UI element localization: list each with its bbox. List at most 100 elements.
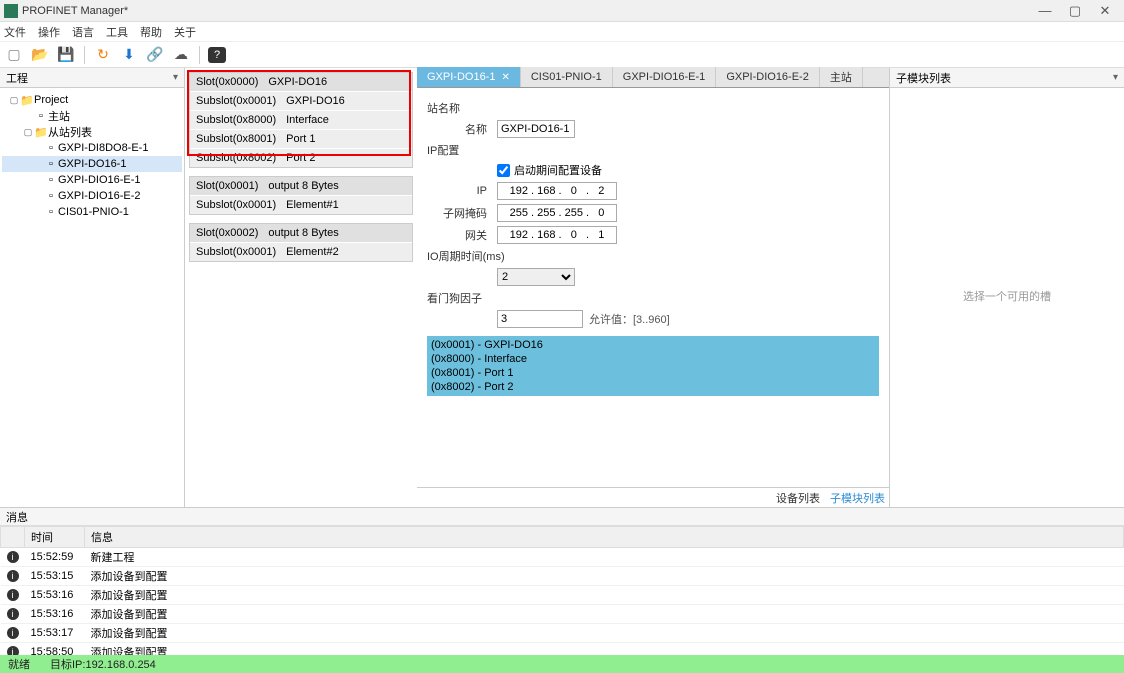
- startup-label: 启动期间配置设备: [514, 162, 602, 178]
- subslot-row[interactable]: Subslot(0x8002)Port 2: [190, 148, 412, 167]
- project-panel-title: 工程: [6, 70, 28, 86]
- menu-about[interactable]: 关于: [174, 24, 196, 40]
- log-table: 时间 信息 i15:52:59新建工程i15:53:15添加设备到配置i15:5…: [0, 526, 1124, 655]
- menu-language[interactable]: 语言: [72, 24, 94, 40]
- log-row: i15:58:50添加设备到配置: [1, 643, 1124, 656]
- open-icon[interactable]: 📂: [30, 45, 50, 65]
- tree-item[interactable]: ▫CIS01-PNIO-1: [2, 204, 182, 220]
- download-icon[interactable]: ⬇: [119, 45, 139, 65]
- highlight-item[interactable]: (0x0001) - GXPI-DO16: [431, 338, 875, 352]
- tree-item[interactable]: ▫GXPI-DO16-1: [2, 156, 182, 172]
- slot-group: Slot(0x0002)output 8 BytesSubslot(0x0001…: [189, 223, 413, 262]
- tree-master[interactable]: ▫主站: [2, 108, 182, 124]
- section-watchdog: 看门狗因子: [427, 290, 879, 306]
- separator: [199, 46, 200, 64]
- log-row: i15:53:16添加设备到配置: [1, 586, 1124, 605]
- log-panel: 消息 时间 信息 i15:52:59新建工程i15:53:15添加设备到配置i1…: [0, 507, 1124, 655]
- tree-item[interactable]: ▫GXPI-DIO16-E-2: [2, 188, 182, 204]
- subslot-row[interactable]: Subslot(0x8000)Interface: [190, 110, 412, 129]
- tree-slaves[interactable]: ▢📁从站列表: [2, 124, 182, 140]
- tab-submodules[interactable]: 子模块列表: [830, 490, 885, 506]
- editor-tab[interactable]: GXPI-DO16-1✕: [417, 67, 521, 87]
- window-title: PROFINET Manager*: [22, 5, 1030, 17]
- editor-tab[interactable]: 主站: [820, 67, 863, 87]
- menubar: 文件 操作 语言 工具 帮助 关于: [0, 22, 1124, 42]
- minimize-button[interactable]: —: [1030, 1, 1060, 21]
- col-info: 信息: [85, 527, 1124, 548]
- save-icon[interactable]: 💾: [56, 45, 76, 65]
- editor-tab[interactable]: GXPI-DIO16-E-2: [716, 67, 820, 87]
- statusbar: 就绪 目标IP:192.168.0.254: [0, 655, 1124, 673]
- submodule-panel: 子模块列表 ▾ 选择一个可用的槽: [889, 68, 1124, 507]
- gateway-label: 网关: [427, 227, 487, 243]
- mask-input[interactable]: [497, 204, 617, 222]
- menu-tools[interactable]: 工具: [106, 24, 128, 40]
- project-panel: 工程 ▾ ▢📁Project ▫主站 ▢📁从站列表 ▫GXPI-DI8DO8-E…: [0, 68, 185, 507]
- close-button[interactable]: ✕: [1090, 1, 1120, 21]
- tree-item[interactable]: ▫GXPI-DI8DO8-E-1: [2, 140, 182, 156]
- help-icon[interactable]: ?: [208, 47, 226, 63]
- mask-label: 子网掩码: [427, 205, 487, 221]
- log-row: i15:52:59新建工程: [1, 548, 1124, 567]
- dropdown-icon[interactable]: ▾: [173, 72, 178, 83]
- log-panel-header: 消息: [0, 508, 1124, 526]
- close-icon[interactable]: ✕: [501, 72, 509, 83]
- menu-help[interactable]: 帮助: [140, 24, 162, 40]
- placeholder-text: 选择一个可用的槽: [890, 288, 1124, 304]
- highlight-item[interactable]: (0x8002) - Port 2: [431, 380, 875, 394]
- slot-head[interactable]: Slot(0x0000)GXPI-DO16: [190, 73, 412, 91]
- new-icon[interactable]: ▢: [4, 45, 24, 65]
- slot-group: Slot(0x0000)GXPI-DO16Subslot(0x0001)GXPI…: [189, 72, 413, 168]
- tree-item[interactable]: ▫GXPI-DIO16-E-1: [2, 172, 182, 188]
- submodule-panel-body: 选择一个可用的槽: [890, 88, 1124, 507]
- editor-tabs: GXPI-DO16-1✕CIS01-PNIO-1GXPI-DIO16-E-1GX…: [417, 68, 889, 88]
- section-ip: IP配置: [427, 142, 879, 158]
- config-form: 站名称 名称 IP配置 启动期间配置设备 IP 子网掩码 网关: [417, 88, 889, 487]
- slot-head[interactable]: Slot(0x0001)output 8 Bytes: [190, 177, 412, 195]
- maximize-button[interactable]: ▢: [1060, 1, 1090, 21]
- titlebar: PROFINET Manager* — ▢ ✕: [0, 0, 1124, 22]
- dropdown-icon[interactable]: ▾: [1113, 72, 1118, 83]
- submodule-highlight-list: (0x0001) - GXPI-DO16(0x8000) - Interface…: [427, 336, 879, 396]
- toolbar: ▢ 📂 💾 ↻ ⬇ 🔗 ☁ ?: [0, 42, 1124, 68]
- highlight-item[interactable]: (0x8000) - Interface: [431, 352, 875, 366]
- ip-label: IP: [427, 185, 487, 197]
- submodule-panel-title: 子模块列表: [896, 70, 951, 86]
- section-station: 站名称: [427, 100, 879, 116]
- subslot-row[interactable]: Subslot(0x0001)Element#1: [190, 195, 412, 214]
- main-area: 工程 ▾ ▢📁Project ▫主站 ▢📁从站列表 ▫GXPI-DI8DO8-E…: [0, 68, 1124, 507]
- connect-icon[interactable]: 🔗: [145, 45, 165, 65]
- startup-checkbox[interactable]: [497, 164, 510, 177]
- ip-input[interactable]: [497, 182, 617, 200]
- project-panel-header: 工程 ▾: [0, 68, 184, 88]
- section-cycle: IO周期时间(ms): [427, 248, 879, 264]
- menu-operate[interactable]: 操作: [38, 24, 60, 40]
- tab-devices[interactable]: 设备列表: [776, 490, 820, 506]
- subslot-row[interactable]: Subslot(0x0001)Element#2: [190, 242, 412, 261]
- refresh-icon[interactable]: ↻: [93, 45, 113, 65]
- center-panel: GXPI-DO16-1✕CIS01-PNIO-1GXPI-DIO16-E-1GX…: [417, 68, 889, 507]
- separator: [84, 46, 85, 64]
- menu-file[interactable]: 文件: [4, 24, 26, 40]
- name-label: 名称: [427, 121, 487, 137]
- name-input[interactable]: [497, 120, 575, 138]
- editor-tab[interactable]: CIS01-PNIO-1: [521, 67, 613, 87]
- log-panel-title: 消息: [6, 509, 28, 525]
- cloud-icon[interactable]: ☁: [171, 45, 191, 65]
- editor-tab[interactable]: GXPI-DIO16-E-1: [613, 67, 717, 87]
- slot-head[interactable]: Slot(0x0002)output 8 Bytes: [190, 224, 412, 242]
- app-icon: [4, 4, 18, 18]
- cycle-select[interactable]: 2: [497, 268, 575, 286]
- highlight-item[interactable]: (0x8001) - Port 1: [431, 366, 875, 380]
- subslot-row[interactable]: Subslot(0x8001)Port 1: [190, 129, 412, 148]
- watchdog-input[interactable]: [497, 310, 583, 328]
- center-bottom-tabs: 设备列表 子模块列表: [417, 487, 889, 507]
- gateway-input[interactable]: [497, 226, 617, 244]
- submodule-panel-header: 子模块列表 ▾: [890, 68, 1124, 88]
- tree-root[interactable]: ▢📁Project: [2, 92, 182, 108]
- subslot-row[interactable]: Subslot(0x0001)GXPI-DO16: [190, 91, 412, 110]
- log-row: i15:53:16添加设备到配置: [1, 605, 1124, 624]
- log-row: i15:53:17添加设备到配置: [1, 624, 1124, 643]
- status-ready: 就绪: [8, 656, 30, 672]
- slot-group: Slot(0x0001)output 8 BytesSubslot(0x0001…: [189, 176, 413, 215]
